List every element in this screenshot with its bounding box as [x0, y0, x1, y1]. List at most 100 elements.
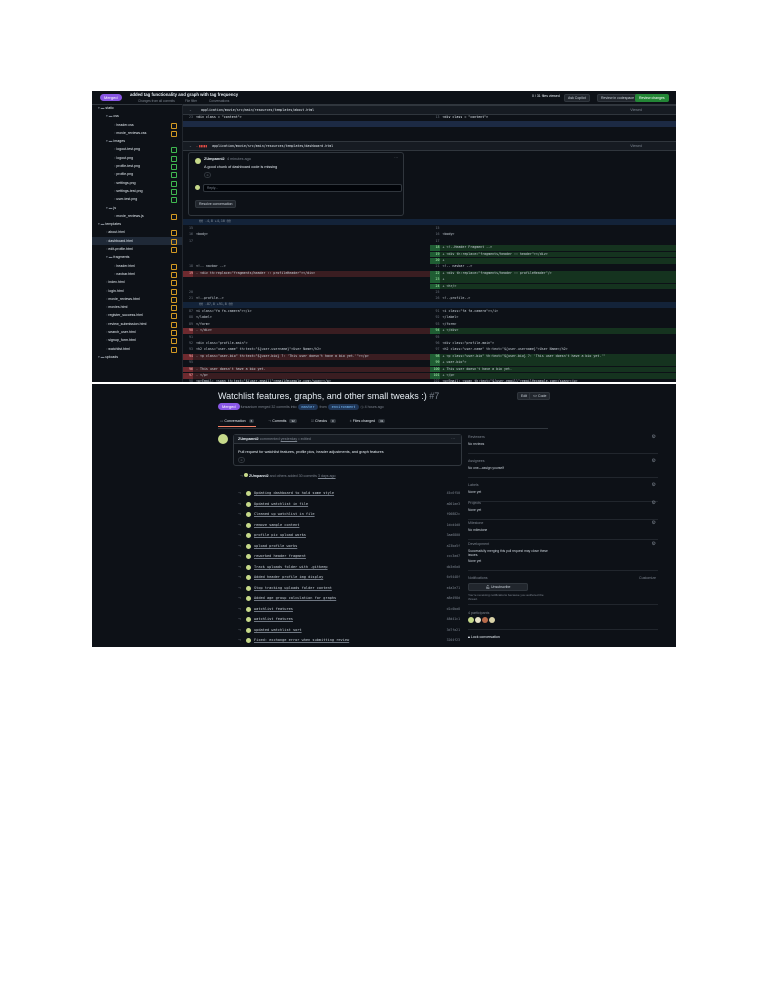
commit-message[interactable]: watchlist features [254, 605, 293, 614]
edited-label[interactable]: • edited [298, 437, 311, 441]
customize-link[interactable]: Customize [639, 576, 656, 580]
sidebar-label[interactable]: Labels [468, 483, 479, 487]
tree-file[interactable]: ▫ register_success.html [92, 311, 182, 320]
file-path[interactable]: application/movie/src/main/resources/tem… [212, 144, 333, 148]
tree-file[interactable]: ▫ profile.png [92, 170, 182, 179]
commits-author[interactable]: ZUmpanni2 [249, 474, 269, 478]
line-number[interactable]: 99 [429, 360, 440, 366]
file-path[interactable]: application/movie/src/main/resources/tem… [201, 108, 314, 112]
tree-file[interactable]: ▫ header.html [92, 262, 182, 270]
line-number[interactable]: 92 [430, 315, 440, 321]
line-number[interactable]: 18 [429, 245, 440, 251]
tree-file[interactable]: ▫ about.html [92, 228, 182, 237]
review-codespace-button[interactable]: Review in codespace [597, 93, 639, 102]
tree-folder[interactable]: ▾ ▬ uploads [92, 353, 182, 361]
review-changes-button[interactable]: Review changes [635, 93, 669, 102]
gear-icon[interactable]: ⚙ [652, 500, 656, 506]
tree-folder[interactable]: ▾ ▬ templates [92, 220, 182, 228]
commit-message[interactable]: profile pic upload works [254, 531, 306, 540]
tree-file[interactable]: ▫ movie_reviews.js [92, 212, 182, 220]
line-number[interactable]: 94 [183, 353, 193, 360]
collapse-icon[interactable]: ⌄ [189, 144, 192, 148]
collapse-icon[interactable]: ⌄ [189, 108, 192, 112]
commit-sha[interactable]: 3204f23 [447, 636, 460, 645]
viewed-checkbox[interactable]: Viewed [630, 106, 642, 114]
commit-sha[interactable]: 1dcd4d0 [447, 521, 460, 530]
line-number[interactable]: 102 [430, 379, 440, 382]
reaction-icon[interactable]: ☺ [238, 457, 246, 463]
line-number[interactable]: 88 [183, 315, 193, 321]
line-number[interactable]: 21 [430, 264, 440, 270]
tree-folder[interactable]: ▾ ▬ js [92, 204, 182, 212]
line-number[interactable]: 89 [183, 322, 193, 328]
gear-icon[interactable]: ⚙ [652, 541, 656, 547]
gear-icon[interactable]: ⚙ [652, 520, 656, 526]
tree-file[interactable]: ▫ signup_form.html [92, 336, 182, 345]
commit-message[interactable]: upload profile works [254, 542, 297, 551]
tree-file[interactable]: ▫ movie_reviews.css [92, 129, 182, 137]
line-number[interactable]: 94 [429, 328, 440, 334]
line-number[interactable]: 23 [429, 277, 440, 283]
line-number[interactable]: 25 [430, 290, 440, 296]
commit-sha[interactable]: 3aa6800 [447, 531, 460, 540]
commit-message[interactable]: Updated watchlist in file [254, 500, 308, 509]
commit-sha[interactable]: e4a2e71 [447, 584, 460, 593]
line-number[interactable]: 91 [183, 335, 193, 341]
line-number[interactable]: 17 [183, 239, 193, 245]
participant-avatar[interactable] [468, 617, 474, 623]
commit-message[interactable]: Fixed: exchange error when submitting re… [254, 636, 349, 645]
line-number[interactable]: 16 [430, 232, 440, 238]
commit-message[interactable]: Added header profile img display [254, 573, 323, 582]
commit-sha[interactable]: 6c9448f [447, 573, 460, 582]
commit-message[interactable]: Track uploads folder with .gitkeep [254, 563, 328, 572]
commit-sha[interactable]: 48d41c1 [447, 615, 460, 624]
line-number[interactable]: 97 [183, 373, 193, 379]
line-number[interactable]: 24 [429, 283, 440, 290]
line-number[interactable]: 100 [429, 366, 440, 373]
line-number[interactable]: 93 [430, 322, 440, 328]
tree-file[interactable]: ▫ logout-test.png [92, 145, 182, 154]
commit-message[interactable]: reworked header fragment [254, 552, 306, 561]
reaction-icon[interactable]: ☺ [204, 172, 212, 178]
gear-icon[interactable]: ⚙ [652, 482, 656, 488]
comment-author[interactable]: ZUmpanni2 [238, 437, 259, 441]
line-number[interactable]: 95 [430, 335, 440, 341]
commits-time[interactable]: 3 days ago [318, 474, 336, 478]
tree-file[interactable]: ▫ watchlist.html [92, 345, 182, 353]
tree-folder[interactable]: ▾ ▬ images [92, 137, 182, 145]
commit-sha[interactable]: f00882c [447, 510, 460, 519]
tree-file[interactable]: ▫ logout.png [92, 154, 182, 162]
line-number[interactable]: 98 [429, 353, 440, 360]
subnav-changes[interactable]: Changes from all commits [138, 99, 175, 103]
tree-file[interactable]: ▫ review_submission.html [92, 320, 182, 328]
tree-file[interactable]: ▫ dashboard.html [92, 236, 182, 246]
commit-sha[interactable]: a23ba5f [447, 542, 460, 551]
line-number[interactable]: 98 [183, 379, 193, 382]
tree-file[interactable]: ▫ login.html [92, 287, 182, 295]
tab-checks[interactable]: ☑ Checks 0 [309, 417, 338, 426]
line-number[interactable]: 101 [429, 373, 440, 379]
lock-conversation[interactable]: 🔒︎ Lock conversation [468, 635, 500, 639]
unsubscribe-button[interactable]: 🔔︎ Unsubscribe [468, 583, 528, 591]
line-number[interactable]: 96 [430, 341, 440, 347]
sidebar-label[interactable]: Projects [468, 501, 481, 505]
commit-message[interactable]: Cleaned up watchlist in file [254, 510, 315, 519]
commit-message[interactable]: watchlist features [254, 615, 293, 624]
tab-conversation[interactable]: ▭ Conversation 6 [218, 417, 257, 427]
reply-input[interactable]: Reply... [203, 184, 402, 192]
tab-files-changed[interactable]: ± Files changed 31 [348, 417, 388, 426]
tree-file[interactable]: ▫ movies.html [92, 303, 182, 312]
tree-file[interactable]: ▫ navbar.html [92, 270, 182, 278]
commit-message[interactable]: updated watchlist sort [254, 626, 302, 635]
line-number[interactable]: 91 [430, 309, 440, 315]
sidebar-label[interactable]: Development [468, 542, 489, 546]
tab-commits[interactable]: ⊸ Commits 32 [266, 417, 299, 426]
comment-author[interactable]: ZUmpanni2 [204, 157, 225, 161]
commit-sha[interactable]: 45c6f50 [447, 489, 460, 498]
tree-file[interactable]: ▫ settings-test.png [92, 187, 182, 195]
more-options-icon[interactable]: ··· [394, 156, 398, 160]
participant-avatar[interactable] [482, 617, 488, 623]
line-number[interactable]: 18 [183, 264, 193, 270]
sidebar-label[interactable]: Milestone [468, 521, 483, 525]
commit-sha[interactable]: 3d7fa21 [447, 626, 460, 635]
